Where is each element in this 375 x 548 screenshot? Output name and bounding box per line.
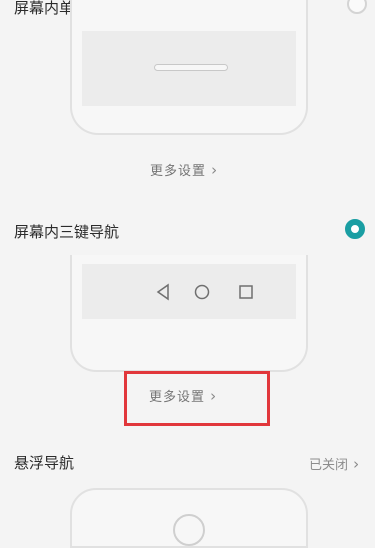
status-text: 已关闭 — [309, 458, 349, 473]
recent-square-icon — [239, 285, 253, 299]
phone-preview-three-key — [70, 255, 308, 372]
back-triangle-icon — [156, 283, 169, 301]
single-key-pill-icon — [154, 64, 228, 71]
chevron-right-icon: › — [211, 161, 218, 179]
phone-preview-floating — [70, 488, 308, 548]
more-settings-label: 更多设置 — [150, 164, 207, 179]
radio-unselected[interactable] — [347, 0, 367, 14]
option-title: 悬浮导航 — [14, 454, 75, 472]
home-circle-icon — [194, 284, 210, 300]
phone-preview-single-key — [70, 0, 308, 135]
three-key-icons — [156, 283, 253, 301]
nav-bar-preview — [82, 264, 296, 319]
highlight-box — [124, 371, 270, 426]
floating-nav-status: 已关闭 › — [309, 454, 359, 473]
floating-button-icon — [173, 514, 205, 546]
option-title: 屏幕内三键导航 — [14, 223, 120, 241]
radio-selected[interactable] — [345, 219, 365, 239]
more-settings-link[interactable]: 更多设置 › — [150, 160, 217, 179]
nav-bar-preview — [82, 31, 296, 106]
chevron-right-icon: › — [353, 455, 360, 473]
